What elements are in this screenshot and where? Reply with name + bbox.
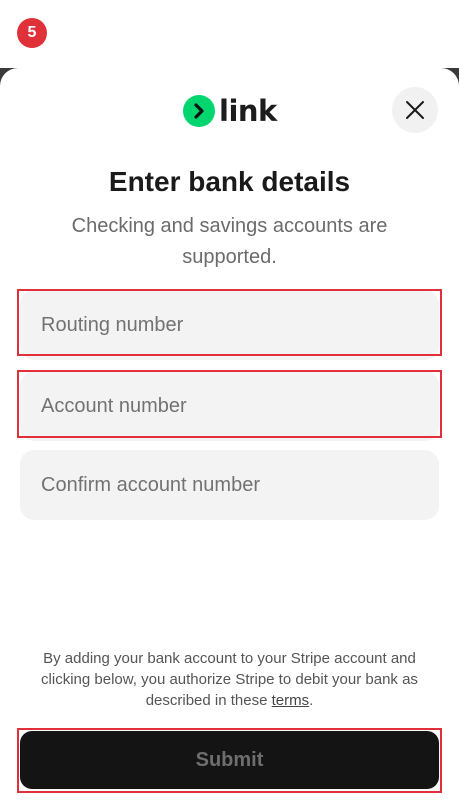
confirm-account-number-input[interactable]: [20, 450, 439, 520]
link-logo: link: [183, 94, 277, 128]
legal-disclaimer: By adding your bank account to your Stri…: [20, 648, 439, 711]
link-logo-text: link: [219, 94, 277, 128]
legal-end: .: [309, 692, 314, 709]
page-subtitle: Checking and savings accounts are suppor…: [71, 215, 388, 268]
close-icon: [406, 101, 424, 119]
account-number-input[interactable]: [20, 371, 439, 441]
legal-text: By adding your bank account to your Stri…: [41, 650, 418, 709]
link-logo-icon: [183, 95, 215, 127]
confirm-account-number-field[interactable]: [20, 450, 439, 520]
routing-number-input[interactable]: [20, 290, 439, 360]
submit-button[interactable]: Submit: [20, 731, 439, 789]
terms-link[interactable]: terms: [272, 692, 310, 709]
bank-details-sheet: link Enter bank details Checking and sav…: [0, 68, 459, 809]
page-title: Enter bank details: [108, 166, 351, 197]
top-strip: [0, 0, 459, 70]
account-number-field[interactable]: [20, 371, 439, 441]
step-badge: 5: [17, 18, 47, 48]
close-button[interactable]: [392, 87, 438, 133]
routing-number-field[interactable]: [20, 290, 439, 360]
